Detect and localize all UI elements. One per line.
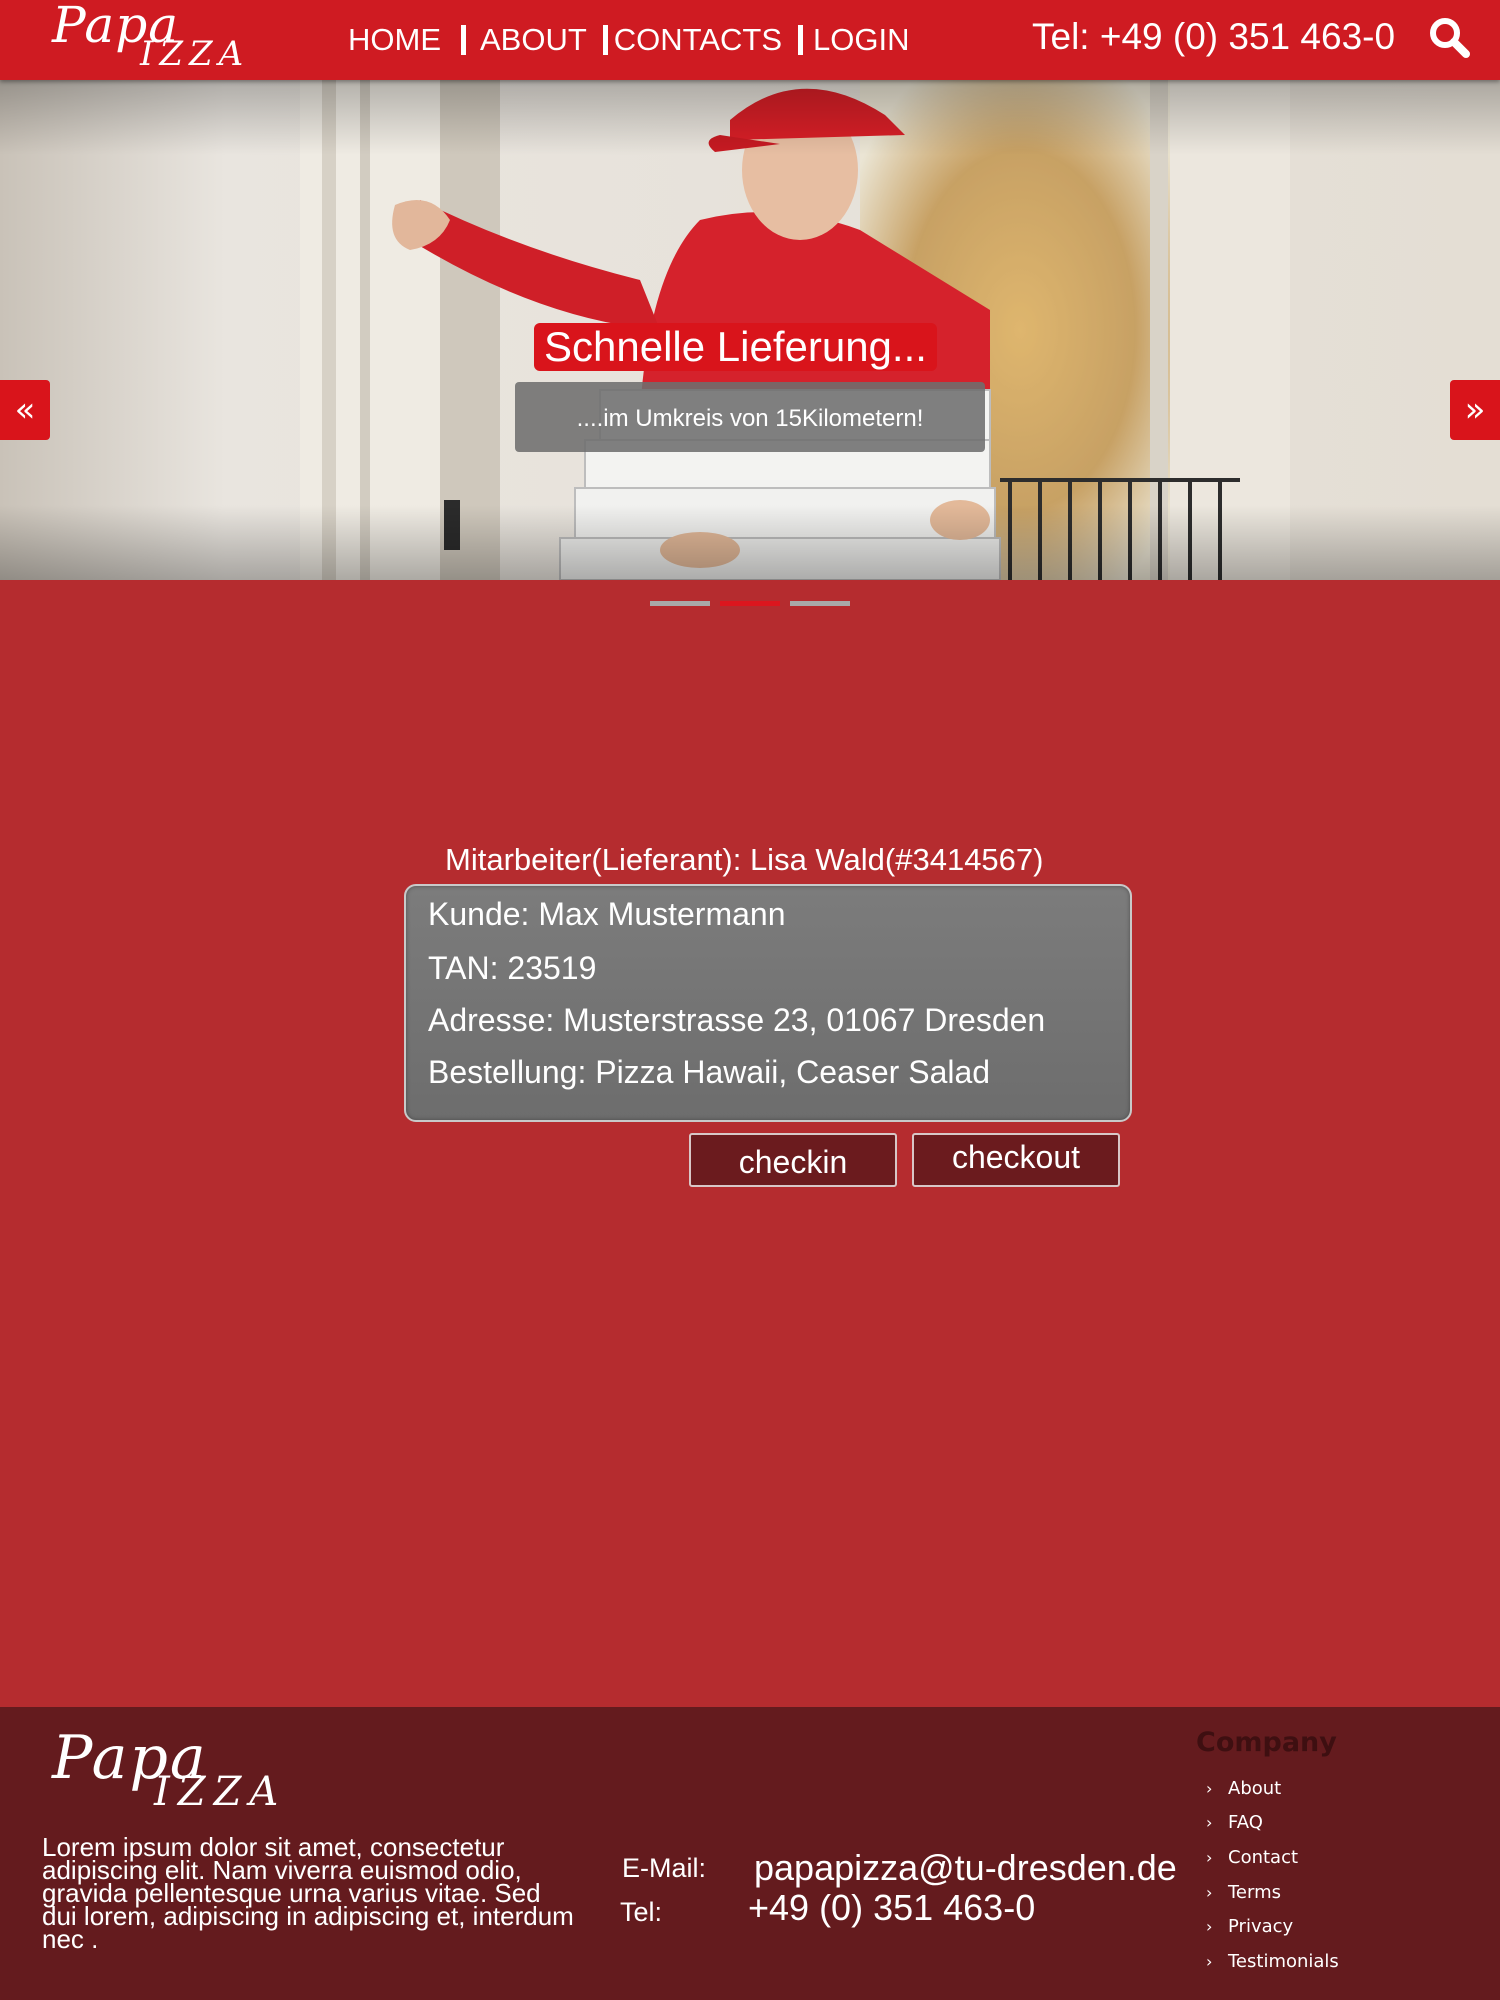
nav-home[interactable]: HOME [348,22,441,58]
footer-link-contact[interactable]: › Contact [1206,1840,1339,1875]
nav-divider [602,25,608,55]
slider-prev-button[interactable]: « [0,380,50,440]
footer-link-label: About [1228,1777,1282,1799]
slider-dot-3[interactable] [790,601,850,606]
slider-indicators [650,601,850,606]
footer-link-testimonials[interactable]: › Testimonials [1206,1944,1339,1979]
slider-dot-2[interactable] [720,601,780,606]
contact-email[interactable]: papapizza@tu-dresden.de [754,1847,1177,1889]
checkout-button[interactable]: checkout [912,1133,1120,1187]
order-tan: TAN: 23519 [428,950,597,986]
nav-divider [798,25,803,55]
contact-phone: +49 (0) 351 463-0 [748,1887,1036,1928]
slider-dot-1[interactable] [650,601,710,606]
nav-login[interactable]: LOGIN [813,22,909,58]
chevron-right-icon: › [1206,1917,1213,1937]
double-chevron-left-icon: « [14,390,36,430]
search-icon[interactable] [1426,14,1472,60]
chevron-right-icon: › [1206,1813,1213,1833]
tel-label: Tel: [620,1897,663,1927]
company-links: › About › FAQ › Contact › Terms › Privacy › Te… [1206,1771,1339,1979]
company-heading: Company [1196,1727,1337,1758]
footer-link-label: Contact [1228,1846,1299,1868]
logo-text-bottom: IZZA [140,34,250,74]
hero-slider: Schnelle Lieferung... ....im Umkreis von… [0,80,1500,580]
footer-link-privacy[interactable]: › Privacy [1206,1909,1339,1944]
footer-link-terms[interactable]: › Terms [1206,1875,1339,1910]
footer-link-faq[interactable]: › FAQ [1206,1806,1339,1841]
chevron-right-icon: › [1206,1951,1213,1971]
site-footer: Papa IZZA Lorem ipsum dolor sit amet, co… [0,1707,1500,2000]
employee-label: Mitarbeiter(Lieferant): Lisa Wald(#34145… [445,842,1044,877]
footer-link-label: Terms [1228,1881,1282,1903]
footer-link-about[interactable]: › About [1206,1771,1339,1806]
nav-about[interactable]: ABOUT [480,22,587,58]
delivery-address: Adresse: Musterstrasse 23, 01067 Dresden [428,1002,1046,1038]
header-phone: Tel: +49 (0) 351 463-0 [1032,16,1396,57]
footer-logo-text-bottom: IZZA [154,1769,287,1815]
double-chevron-right-icon: » [1464,390,1486,430]
email-label: E-Mail: [622,1853,707,1883]
chevron-right-icon: › [1206,1847,1213,1867]
footer-description: Lorem ipsum dolor sit amet, consectetur … [42,1832,574,1954]
site-logo[interactable]: Papa IZZA [52,0,282,78]
nav-contacts[interactable]: CONTACTS [614,22,782,58]
nav-divider [461,25,466,55]
footer-link-label: FAQ [1228,1812,1263,1834]
slide-title: Schnelle Lieferung... [534,323,937,371]
chevron-right-icon: › [1206,1882,1213,1902]
chevron-right-icon: › [1206,1778,1213,1798]
slide-subtitle: ....im Umkreis von 15Kilometern! [515,382,985,452]
footer-link-label: Privacy [1228,1916,1294,1938]
customer-name: Kunde: Max Mustermann [428,896,786,932]
footer-logo[interactable]: Papa IZZA [52,1723,332,1819]
order-items: Bestellung: Pizza Hawaii, Ceaser Salad [428,1054,991,1090]
checkin-button[interactable]: checkin [689,1133,897,1187]
footer-link-label: Testimonials [1228,1950,1339,1972]
top-header: Papa IZZA HOME ABOUT CONTACTS LOGIN Tel:… [0,0,1500,80]
slider-next-button[interactable]: » [1450,380,1500,440]
main-nav: HOME ABOUT CONTACTS LOGIN [348,18,909,62]
order-details-panel: Kunde: Max Mustermann TAN: 23519 Adresse… [404,884,1132,1122]
